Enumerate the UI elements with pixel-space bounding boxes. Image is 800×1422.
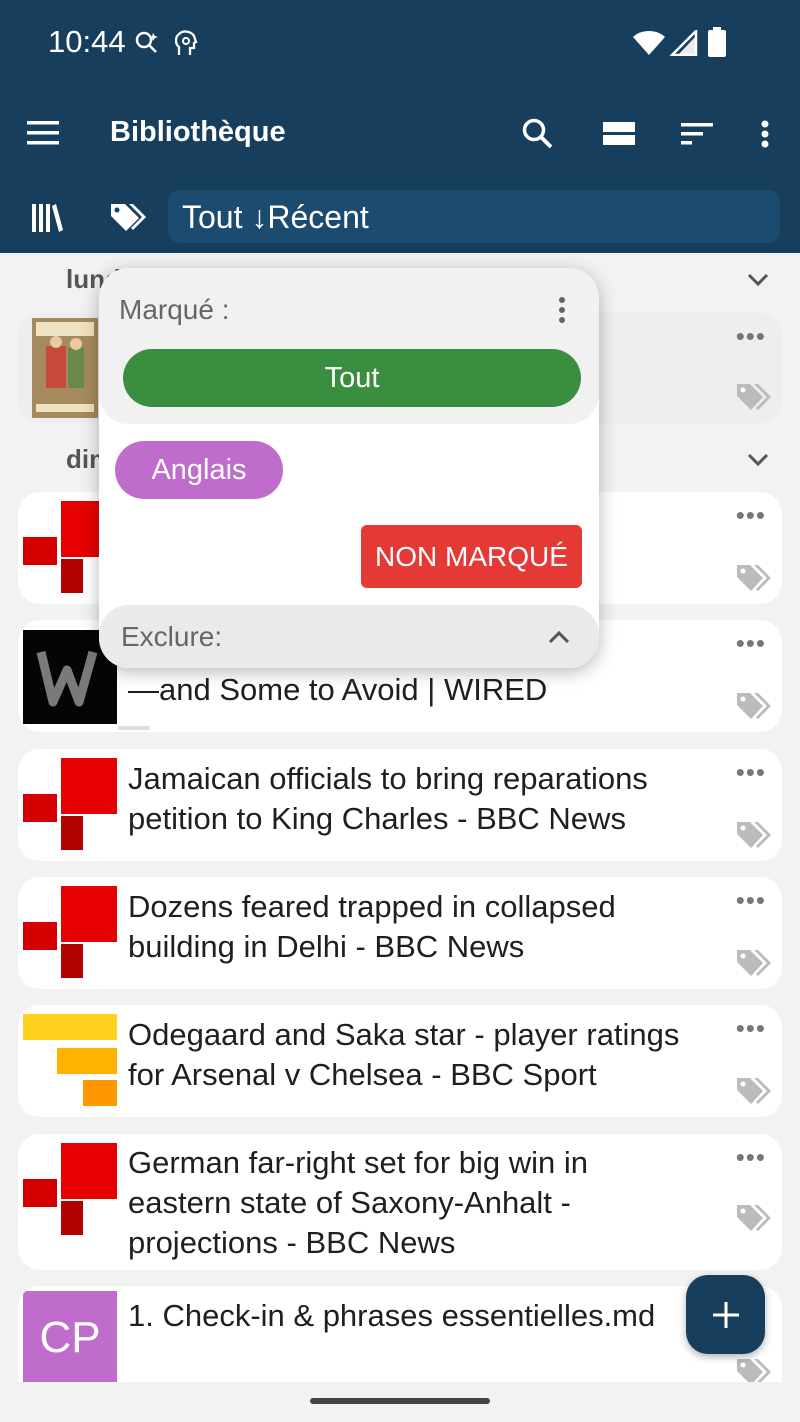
- list-item[interactable]: CP 1. Check-in & phrases essentielles.md: [18, 1286, 782, 1382]
- more-options-icon[interactable]: •••: [736, 321, 766, 352]
- tag-icon[interactable]: [736, 1358, 772, 1382]
- exclude-section[interactable]: Exclure:: [99, 605, 599, 668]
- bbc-thumbnail: [23, 758, 117, 852]
- assistant-icon: [134, 30, 160, 61]
- initials-text: CP: [39, 1313, 101, 1362]
- list-item[interactable]: Dozens feared trapped in collapsed build…: [18, 877, 782, 989]
- tag-icon[interactable]: [736, 821, 772, 849]
- item-title: Odegaard and Saka star - player ratings …: [128, 1017, 680, 1092]
- list-item[interactable]: Odegaard and Saka star - player ratings …: [18, 1005, 782, 1117]
- library-icon[interactable]: [30, 200, 64, 234]
- wifi-icon: [632, 30, 666, 61]
- all-tags-button[interactable]: Tout: [123, 349, 581, 407]
- bbc-thumbnail: [23, 1143, 117, 1237]
- tag-icon[interactable]: [736, 564, 772, 592]
- tag-filter-popup: Marqué : Tout Anglais NON MARQUÉ Exclure…: [99, 268, 599, 668]
- more-options-icon[interactable]: •••: [736, 757, 766, 788]
- filter-sort-label[interactable]: Tout ↓Récent: [182, 199, 369, 236]
- popup-overflow-icon[interactable]: [555, 296, 569, 324]
- item-title: 1. Check-in & phrases essentielles.md: [128, 1298, 656, 1333]
- menu-icon[interactable]: [26, 118, 60, 148]
- tag-icon[interactable]: [736, 1204, 772, 1232]
- view-mode-icon[interactable]: [602, 120, 636, 148]
- list-item[interactable]: German far-right set for big win in east…: [18, 1134, 782, 1270]
- home-gesture-handle[interactable]: [310, 1398, 490, 1404]
- read-progress-bar: [118, 726, 150, 730]
- book-cover-thumbnail: [32, 318, 98, 418]
- digital-wellbeing-icon: [173, 29, 199, 62]
- bbc-thumbnail: [23, 886, 117, 980]
- more-options-icon[interactable]: •••: [736, 1142, 766, 1173]
- tagged-label: Marqué :: [119, 294, 230, 325]
- sort-icon[interactable]: [680, 120, 714, 148]
- more-options-icon[interactable]: •••: [736, 885, 766, 916]
- exclude-label: Exclure:: [121, 621, 223, 652]
- more-options-icon[interactable]: •••: [736, 1013, 766, 1044]
- chevron-down-icon[interactable]: [746, 272, 772, 292]
- page-title: Bibliothèque: [110, 116, 286, 148]
- tag-icon[interactable]: [736, 949, 772, 977]
- tag-icon[interactable]: [736, 1077, 772, 1105]
- add-button[interactable]: [686, 1275, 765, 1354]
- item-title: German far-right set for big win in east…: [128, 1145, 589, 1260]
- bbc-sport-thumbnail: [23, 1014, 117, 1108]
- item-title: Jamaican officials to bring reparations …: [128, 761, 648, 836]
- tag-chip-anglais[interactable]: Anglais: [115, 441, 283, 499]
- status-time: 10:44: [48, 24, 126, 59]
- battery-icon: [707, 27, 727, 62]
- more-options-icon[interactable]: •••: [736, 500, 766, 531]
- untagged-button[interactable]: NON MARQUÉ: [361, 525, 582, 588]
- plus-icon: [712, 1301, 739, 1328]
- initials-thumbnail: CP: [23, 1291, 117, 1382]
- search-icon[interactable]: [520, 116, 554, 150]
- tag-icon[interactable]: [736, 692, 772, 720]
- tags-icon[interactable]: [108, 200, 148, 234]
- chevron-up-icon[interactable]: [547, 629, 571, 645]
- list-item[interactable]: Jamaican officials to bring reparations …: [18, 749, 782, 861]
- item-title: Dozens feared trapped in collapsed build…: [128, 889, 616, 964]
- signal-icon: [668, 27, 698, 61]
- tag-icon[interactable]: [736, 383, 772, 411]
- chevron-down-icon[interactable]: [746, 452, 772, 472]
- more-options-icon[interactable]: •••: [736, 628, 766, 659]
- overflow-menu-icon[interactable]: [755, 118, 775, 150]
